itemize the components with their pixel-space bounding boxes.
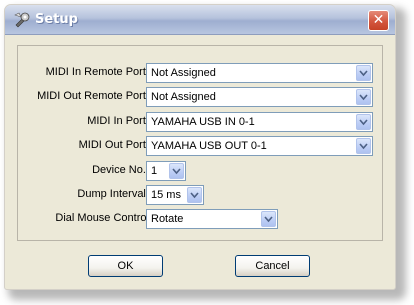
settings-panel: MIDI In Remote Port : Not Assigned MIDI … <box>17 45 383 241</box>
chevron-down-icon[interactable] <box>356 114 371 130</box>
midi-in-remote-port-select[interactable]: Not Assigned <box>146 63 373 83</box>
dial-mouse-control-label: Dial Mouse Control: <box>55 212 152 224</box>
dump-interval-select[interactable]: 15 ms <box>146 185 204 205</box>
field-row-device-no: Device No. : 1 <box>18 161 382 181</box>
midi-in-remote-port-value: Not Assigned <box>151 67 216 79</box>
midi-in-port-select[interactable]: YAMAHA USB IN 0-1 <box>146 112 373 132</box>
field-row-dial-mouse-control: Dial Mouse Control: Rotate <box>18 209 382 229</box>
cancel-button[interactable]: Cancel <box>235 255 310 277</box>
device-no-value: 1 <box>151 165 158 177</box>
midi-out-remote-port-value: Not Assigned <box>151 91 216 103</box>
midi-out-port-label: MIDI Out Port : <box>78 139 152 151</box>
field-row-midi-in-remote-port: MIDI In Remote Port : Not Assigned <box>18 63 382 83</box>
device-no-label: Device No. : <box>92 164 152 176</box>
chevron-down-icon[interactable] <box>187 187 202 203</box>
ok-button[interactable]: OK <box>88 255 163 277</box>
dial-mouse-control-value: Rotate <box>151 213 184 225</box>
midi-out-port-select[interactable]: YAMAHA USB OUT 0-1 <box>146 136 373 156</box>
field-row-midi-in-port: MIDI In Port : YAMAHA USB IN 0-1 <box>18 112 382 132</box>
midi-out-remote-port-label: MIDI Out Remote Port : <box>37 90 152 102</box>
setup-app-icon <box>14 12 30 28</box>
close-icon: ✕ <box>372 12 385 28</box>
dial-mouse-control-select[interactable]: Rotate <box>146 209 278 229</box>
field-row-midi-out-port: MIDI Out Port : YAMAHA USB OUT 0-1 <box>18 136 382 156</box>
chevron-down-icon[interactable] <box>261 211 276 227</box>
midi-in-port-label: MIDI In Port : <box>87 115 152 127</box>
midi-out-remote-port-select[interactable]: Not Assigned <box>146 87 373 107</box>
dump-interval-label: Dump Interval : <box>77 188 152 200</box>
chevron-down-icon[interactable] <box>356 65 371 81</box>
window-title: Setup <box>35 12 78 27</box>
setup-dialog: Setup ✕ MIDI In Remote Port : Not Assign… <box>4 4 396 290</box>
field-row-midi-out-remote-port: MIDI Out Remote Port : Not Assigned <box>18 87 382 107</box>
chevron-down-icon[interactable] <box>356 138 371 154</box>
field-row-dump-interval: Dump Interval : 15 ms <box>18 185 382 205</box>
midi-out-port-value: YAMAHA USB OUT 0-1 <box>151 140 267 152</box>
chevron-down-icon[interactable] <box>356 89 371 105</box>
title-bar[interactable]: Setup ✕ <box>5 5 395 35</box>
chevron-down-icon[interactable] <box>169 163 184 179</box>
dump-interval-value: 15 ms <box>151 189 181 201</box>
midi-in-port-value: YAMAHA USB IN 0-1 <box>151 116 255 128</box>
midi-in-remote-port-label: MIDI In Remote Port : <box>45 66 152 78</box>
close-button[interactable]: ✕ <box>368 10 389 31</box>
device-no-select[interactable]: 1 <box>146 161 186 181</box>
